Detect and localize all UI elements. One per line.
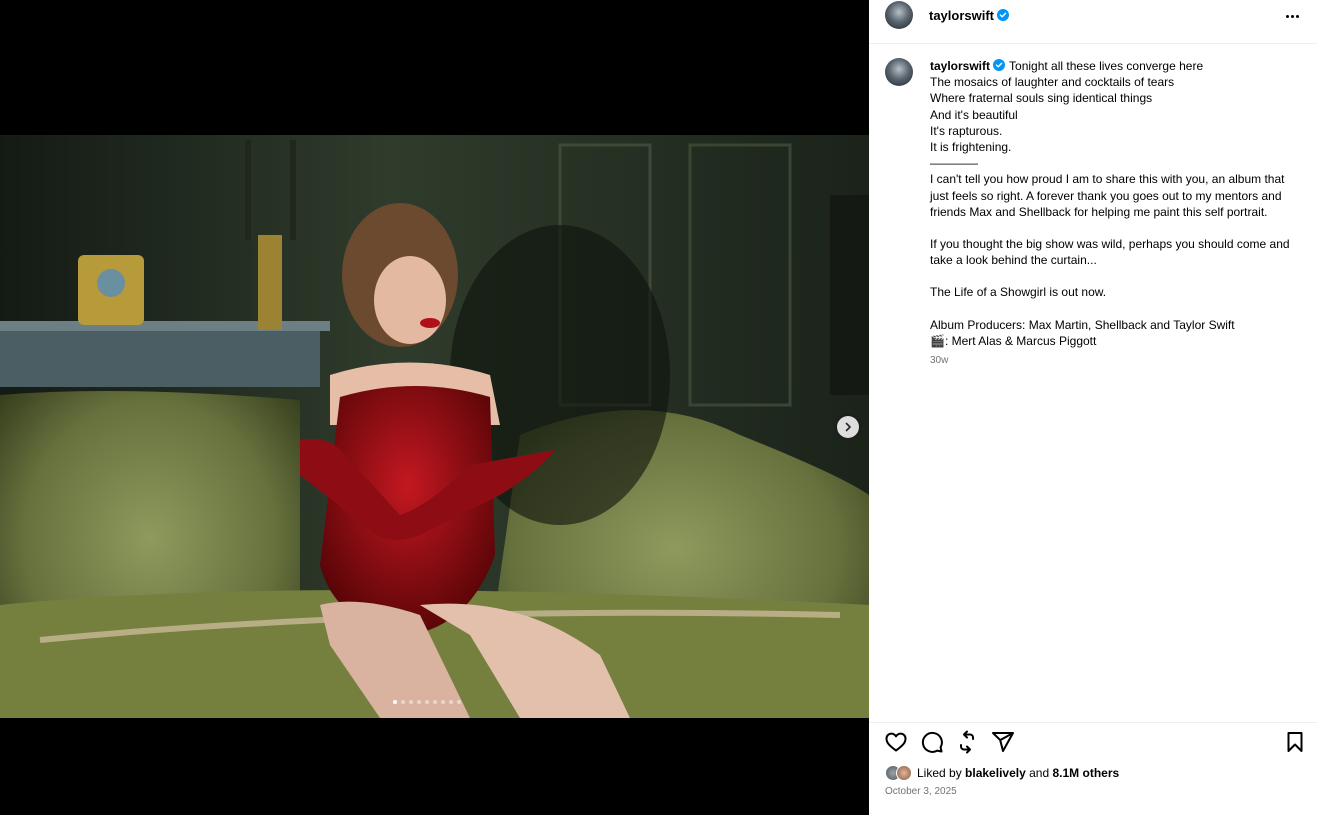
post-date[interactable]: October 3, 2025 [885,786,957,797]
verified-badge-icon [997,9,1010,21]
caption-line: I can't tell you how proud I am to share… [930,172,1288,219]
liker-avatar [896,765,912,781]
caption-line: Album Producers: Max Martin, Shellback a… [930,317,1235,332]
caption-line: It is frightening. [930,140,1012,155]
carousel-indicator [393,700,461,704]
carousel-dot [417,700,421,704]
post-age[interactable]: 30w [930,353,1300,369]
caption-line: 🎬: Mert Alas & Marcus Piggott [930,333,1097,348]
more-horizontal-icon [1285,14,1299,18]
share-button[interactable] [991,730,1015,754]
caption-first-line: Tonight all these lives converge here [1009,59,1204,73]
post-photo[interactable] [0,135,869,718]
post-media-pane [0,0,869,815]
chevron-right-icon [845,422,851,432]
carousel-dot [425,700,429,704]
likes-count-link[interactable]: 8.1M others [1052,766,1119,780]
action-bar [869,722,1317,758]
carousel-dot [449,700,453,704]
likes-summary: Liked by blakelively and 8.1M others [885,765,1119,781]
post-details-pane: taylorswift taylorswift Tonight all these… [869,0,1317,815]
bookmark-icon [1287,732,1303,752]
caption-line: The Life of a Showgirl is out now. [930,285,1107,300]
liked-by-user-link[interactable]: blakelively [965,766,1026,780]
send-icon [992,732,1014,752]
liked-by-and: and [1029,766,1050,780]
caption-body: taylorswift Tonight all these lives conve… [930,58,1300,369]
carousel-dot [433,700,437,704]
heart-icon [885,732,907,752]
caption-line: taylorswift Tonight all these lives conve… [930,58,1300,74]
carousel-dot [393,700,397,704]
save-button[interactable] [1283,730,1307,754]
carousel-dot [441,700,445,704]
verified-badge-icon [993,59,1006,71]
caption-author-username[interactable]: taylorswift [930,59,990,73]
caption-line: ———— [930,156,978,171]
caption-line [930,301,1300,317]
carousel-next-button[interactable] [837,416,859,438]
more-options-button[interactable] [1281,6,1303,26]
carousel-dot [409,700,413,704]
photo-illustration [0,135,869,718]
liked-by-label: Liked by [917,766,962,780]
author-username[interactable]: taylorswift [929,8,994,23]
caption-line: If you thought the big show was wild, pe… [930,237,1293,268]
caption-line: And it's beautiful [930,107,1018,122]
caption-line: The mosaics of laughter and cocktails of… [930,75,1175,90]
caption-line [930,220,1300,236]
caption-author-avatar[interactable] [885,58,913,86]
caption-line: Where fraternal souls sing identical thi… [930,91,1153,106]
like-button[interactable] [884,730,908,754]
carousel-dot [401,700,405,704]
caption-line: It's rapturous. [930,123,1003,138]
carousel-dot [457,700,461,704]
comment-icon [921,731,943,753]
repost-icon [960,730,974,754]
repost-button[interactable] [955,730,979,754]
comment-button[interactable] [920,730,944,754]
caption-text: taylorswift Tonight all these lives conve… [930,58,1300,349]
post-header: taylorswift [869,0,1317,44]
author-avatar[interactable] [885,1,913,29]
caption-line [930,268,1300,284]
